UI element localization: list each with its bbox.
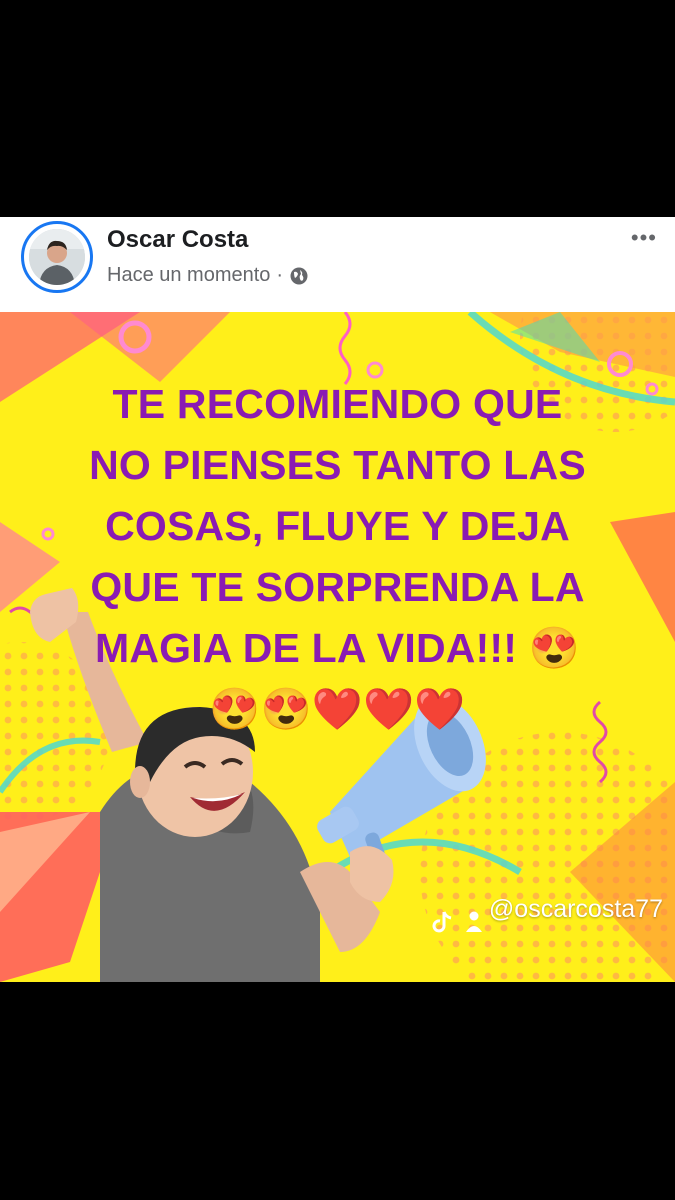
- headline-line-1: TE RECOMIENDO QUE: [112, 381, 563, 427]
- avatar-photo: [29, 229, 85, 285]
- headline-line-4: QUE TE SORPRENDA LA: [90, 564, 585, 610]
- headline-emoji-line: 😍😍❤️❤️❤️: [209, 686, 466, 732]
- headline-line-3: COSAS, FLUYE Y DEJA: [105, 503, 570, 549]
- globe-icon: [289, 266, 309, 286]
- post-headline: TE RECOMIENDO QUE NO PIENSES TANTO LAS C…: [20, 374, 655, 740]
- profile-avatar[interactable]: [21, 221, 93, 293]
- post-time[interactable]: Hace un momento: [107, 264, 270, 287]
- more-options-icon[interactable]: •••: [631, 225, 657, 251]
- meta-separator: ·: [276, 264, 284, 286]
- post-meta: Hace un momento ·: [107, 264, 309, 287]
- author-name[interactable]: Oscar Costa: [107, 226, 248, 254]
- watermark-handle: @oscarcosta77: [489, 895, 663, 924]
- post-image[interactable]: TE RECOMIENDO QUE NO PIENSES TANTO LAS C…: [0, 312, 675, 982]
- headline-line-2: NO PIENSES TANTO LAS: [89, 442, 586, 488]
- post-header: Oscar Costa Hace un momento · •••: [0, 217, 675, 312]
- handle-text: @oscarcosta77: [488, 895, 663, 923]
- headline-line-5: MAGIA DE LA VIDA!!! 😍: [95, 625, 580, 671]
- facebook-post: Oscar Costa Hace un momento · ••• TE REC…: [0, 217, 675, 982]
